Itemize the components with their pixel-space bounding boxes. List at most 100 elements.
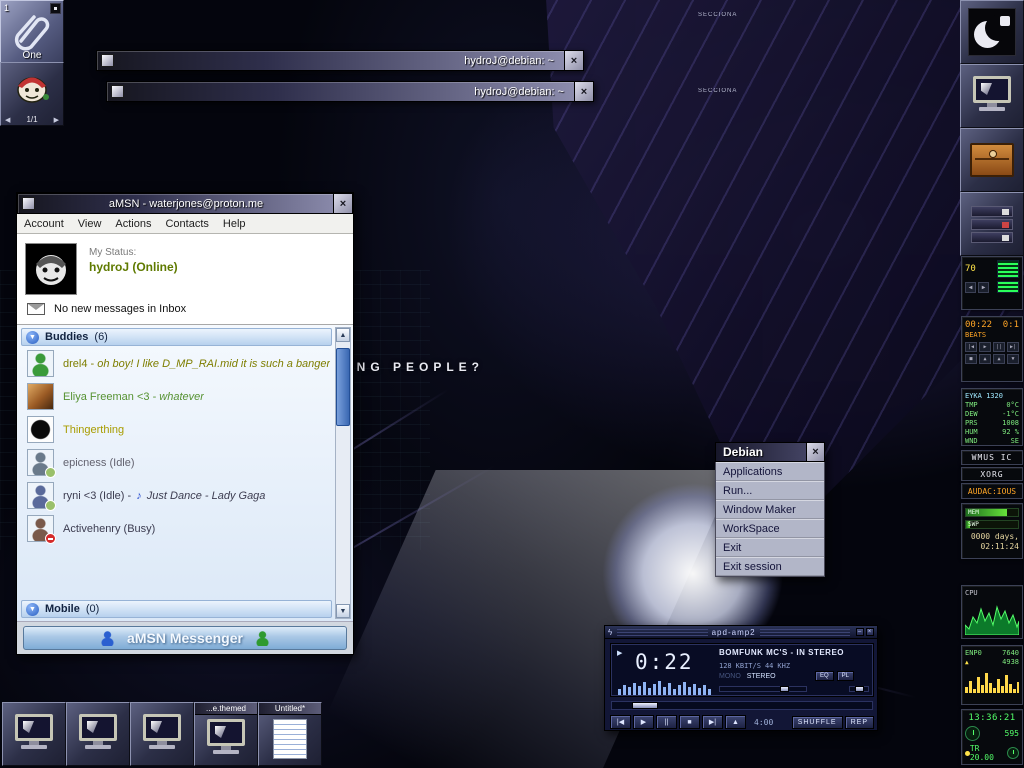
balance-slider[interactable] [849, 686, 869, 692]
collapse-arrow-icon[interactable]: ▼ [26, 603, 39, 616]
menu-item-window-maker[interactable]: Window Maker [716, 500, 824, 519]
shuffle-button[interactable]: SHUFFLE [792, 716, 843, 729]
dock-appicon-gnustep[interactable] [960, 64, 1024, 128]
play-button[interactable]: ▶ [633, 715, 654, 729]
balance-thumb[interactable] [855, 686, 864, 692]
buddy-blue-icon [100, 631, 115, 646]
eject-button[interactable]: ▲ [725, 715, 746, 729]
network-dockapp[interactable]: ENP07640 ▲4938 [961, 645, 1023, 705]
menu-item-workspace[interactable]: WorkSpace [716, 519, 824, 538]
audacious-dockapp[interactable]: AUDAC:IOUS [961, 483, 1023, 499]
menu-item-applications[interactable]: Applications [716, 462, 824, 481]
volume-thumb[interactable] [780, 686, 789, 692]
menu-actions[interactable]: Actions [108, 218, 158, 230]
group-header-mobile[interactable]: ▼ Mobile (0) [21, 600, 332, 618]
player-titlebar[interactable]: ϟ apd-amp2 – × [605, 626, 877, 639]
buddy-message: oh boy! I like D_MP_RAI.mid it is such a… [97, 358, 330, 370]
memory-dockapp[interactable]: MEM SWP 0000 days, 02:11:24 [961, 503, 1023, 559]
music-down-button[interactable]: ▼ [1007, 354, 1019, 364]
amsn-titlebar[interactable]: aMSN - waterjones@proton.me × [17, 193, 353, 214]
music-pause-button[interactable]: || [993, 342, 1005, 352]
music-up-button[interactable]: ▲ [993, 354, 1005, 364]
music-eject-button[interactable]: ▲ [979, 354, 991, 364]
terminal-titlebar[interactable]: hydroJ@debian: ~ × [96, 50, 584, 71]
buddy-row[interactable]: Thingerthing [19, 413, 334, 446]
dock-appicon-disks[interactable] [960, 192, 1024, 256]
previous-button[interactable]: |◀ [610, 715, 631, 729]
buddy-row[interactable]: drel4 - oh boy! I like D_MP_RAI.mid it i… [19, 347, 334, 380]
close-button[interactable]: × [333, 194, 352, 213]
stop-button[interactable]: ■ [679, 715, 700, 729]
miniaturize-button[interactable] [111, 85, 124, 98]
miniaturize-button[interactable] [101, 54, 114, 67]
buddy-row[interactable]: Eliya Freeman <3 - whatever [19, 380, 334, 413]
terminal-window-shaded[interactable]: hydroJ@debian: ~ × [106, 81, 594, 102]
music-next-button[interactable]: ▶| [1007, 342, 1019, 352]
miniaturize-button[interactable] [22, 197, 35, 210]
xorg-dockapp[interactable]: XORG [961, 467, 1023, 481]
titlebar-ridge [760, 629, 850, 636]
dock-appicon-monitor[interactable] [2, 702, 66, 766]
close-button[interactable]: × [866, 628, 874, 636]
dock-appicon-drawer[interactable] [960, 128, 1024, 192]
mixer-dockapp[interactable]: 70 ◀ ▶ [961, 256, 1023, 310]
buddy-row[interactable]: ryni <3 (Idle) - ♪ Just Dance - Lady Gag… [19, 479, 334, 512]
dock-appicon-monitor[interactable] [130, 702, 194, 766]
mixer-right-button[interactable]: ▶ [978, 282, 989, 293]
workspace-clip[interactable]: 1 One [0, 0, 64, 64]
pager-right-arrow-icon[interactable]: ▶ [54, 116, 59, 124]
scrollbar[interactable]: ▲ ▼ [335, 327, 351, 619]
close-button[interactable]: × [806, 443, 824, 461]
buddy-row[interactable]: epicness (Idle) [19, 446, 334, 479]
menu-item-run[interactable]: Run... [716, 481, 824, 500]
volume-slider[interactable] [719, 686, 807, 692]
miniwindow-untitled[interactable]: Untitled* [258, 702, 322, 766]
weather-dockapp[interactable]: EYKA 1320 TMP0°C DEW-1°C PRS1008 HUM92 %… [961, 388, 1023, 446]
inbox-row[interactable]: No new messages in Inbox [17, 299, 353, 324]
amsn-messenger-button[interactable]: aMSN Messenger [23, 626, 347, 650]
scroll-down-button[interactable]: ▼ [336, 604, 350, 618]
seek-thumb[interactable] [632, 702, 658, 709]
mixer-left-button[interactable]: ◀ [965, 282, 976, 293]
dock-appicon-monitor[interactable] [66, 702, 130, 766]
equalizer-button[interactable]: EQ [815, 671, 834, 681]
menu-help[interactable]: Help [216, 218, 253, 230]
close-button[interactable]: × [574, 82, 593, 101]
next-button[interactable]: ▶| [702, 715, 723, 729]
root-menu-titlebar[interactable]: Debian × [715, 442, 825, 462]
music-stop-button[interactable]: ■ [965, 354, 977, 364]
close-icon: × [812, 446, 818, 458]
terminal-titlebar[interactable]: hydroJ@debian: ~ × [106, 81, 594, 102]
music-prev-button[interactable]: |◀ [965, 342, 977, 352]
dock-appicon-window-maker[interactable] [960, 0, 1024, 64]
avatar[interactable] [25, 243, 77, 295]
scroll-up-button[interactable]: ▲ [336, 328, 350, 342]
scrollbar-thumb[interactable] [336, 348, 350, 426]
status-value[interactable]: hydroJ (Online) [89, 260, 178, 274]
playlist-button[interactable]: PL [837, 671, 854, 681]
menu-item-exit-session[interactable]: Exit session [716, 557, 824, 576]
menu-item-exit[interactable]: Exit [716, 538, 824, 557]
close-button[interactable]: × [564, 51, 583, 70]
buddy-row[interactable]: Activehenry (Busy) [19, 512, 334, 545]
pager-controls[interactable]: ◀ 1/1 ▶ [1, 115, 63, 124]
pager-appicon[interactable]: ◀ 1/1 ▶ [0, 62, 64, 126]
collapse-arrow-icon[interactable]: ▼ [26, 331, 39, 344]
cpu-dockapp[interactable]: CPU [961, 585, 1023, 639]
music-dockapp[interactable]: 00:22 0:1 BEATS |◀ ▶ || ▶| ■ ▲ ▲ ▼ [961, 316, 1023, 382]
music-play-button[interactable]: ▶ [979, 342, 991, 352]
menu-contacts[interactable]: Contacts [158, 218, 215, 230]
clock-dockapp[interactable]: 13:36:21 595 TR 20.00 [961, 709, 1023, 765]
menu-account[interactable]: Account [17, 218, 71, 230]
menu-view[interactable]: View [71, 218, 109, 230]
group-header-buddies[interactable]: ▼ Buddies (6) [21, 328, 332, 346]
terminal-window-shaded[interactable]: hydroJ@debian: ~ × [96, 50, 584, 71]
monitor-icon [204, 719, 248, 759]
pause-button[interactable]: || [656, 715, 677, 729]
shade-button[interactable]: – [856, 628, 864, 636]
seek-bar[interactable] [611, 701, 873, 710]
pager-left-arrow-icon[interactable]: ◀ [5, 116, 10, 124]
repeat-button[interactable]: REP [845, 716, 874, 729]
wmusic-dockapp[interactable]: WMUS IC [961, 450, 1023, 465]
miniwindow-themed[interactable]: ...e.themed [194, 702, 258, 766]
